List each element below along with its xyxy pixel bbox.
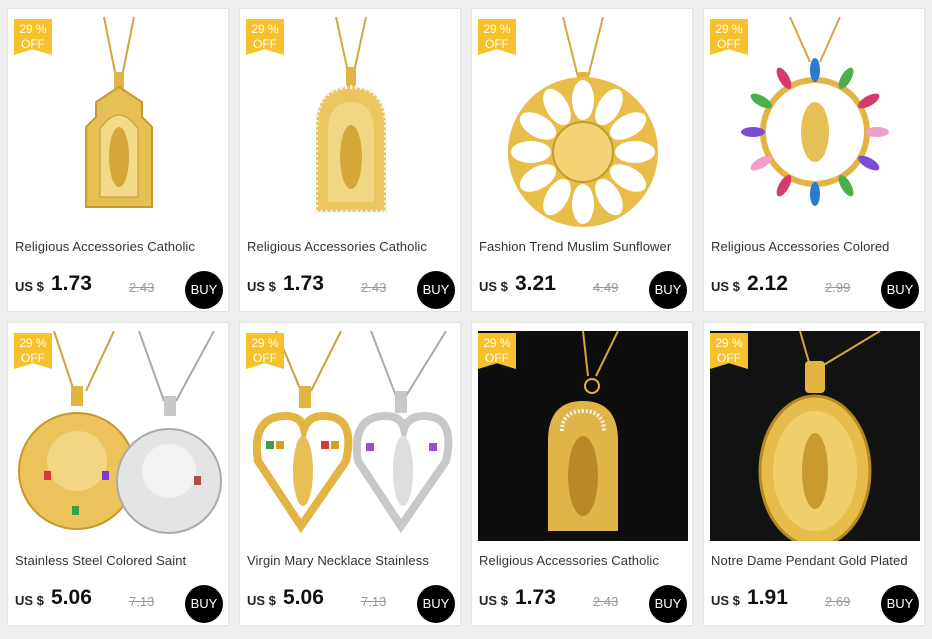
product-card[interactable]: 29 % OFF Religious Accessories Catholic U… xyxy=(7,8,229,312)
buy-button[interactable]: BUY xyxy=(649,585,687,623)
buy-button[interactable]: BUY xyxy=(417,585,455,623)
price-row: US $ 1.73 2.43 BUY xyxy=(479,585,687,625)
original-price: 2.99 xyxy=(825,280,851,295)
price-row: US $ 5.06 7.13 BUY xyxy=(247,585,455,625)
currency-label: US $ xyxy=(247,593,276,608)
original-price: 7.13 xyxy=(129,594,155,609)
price: 1.73 xyxy=(515,586,556,609)
product-card[interactable]: 29 % OFF Religious Accessories Catholic U… xyxy=(239,8,461,312)
buy-button[interactable]: BUY xyxy=(881,271,919,309)
buy-button[interactable]: BUY xyxy=(185,585,223,623)
price: 5.06 xyxy=(51,586,92,609)
buy-button[interactable]: BUY xyxy=(185,271,223,309)
currency-label: US $ xyxy=(479,593,508,608)
price-row: US $ 1.73 2.43 BUY xyxy=(247,271,455,311)
original-price: 2.69 xyxy=(825,594,851,609)
product-title[interactable]: Religious Accessories Catholic xyxy=(15,239,225,254)
original-price: 4.49 xyxy=(593,280,619,295)
price-row: US $ 5.06 7.13 BUY xyxy=(15,585,223,625)
product-title[interactable]: Notre Dame Pendant Gold Plated xyxy=(711,553,921,568)
price: 1.73 xyxy=(283,272,324,295)
price: 2.12 xyxy=(747,272,788,295)
price: 1.73 xyxy=(51,272,92,295)
price-row: US $ 1.73 2.43 BUY xyxy=(15,271,223,311)
product-title[interactable]: Religious Accessories Catholic xyxy=(479,553,689,568)
product-card[interactable]: 29 % OFF Religious Accessories Catholic U… xyxy=(471,322,693,626)
product-title[interactable]: Religious Accessories Catholic xyxy=(247,239,457,254)
price-row: US $ 1.91 2.69 BUY xyxy=(711,585,919,625)
original-price: 2.43 xyxy=(361,280,387,295)
product-title[interactable]: Virgin Mary Necklace Stainless xyxy=(247,553,457,568)
price-row: US $ 2.12 2.99 BUY xyxy=(711,271,919,311)
product-title[interactable]: Fashion Trend Muslim Sunflower xyxy=(479,239,689,254)
currency-label: US $ xyxy=(711,593,740,608)
product-card[interactable]: 29 % OFF Fashion Trend Muslim Sunflower U… xyxy=(471,8,693,312)
original-price: 7.13 xyxy=(361,594,387,609)
product-card[interactable]: 29 % OFF Stainless Steel Colored Saint US… xyxy=(7,322,229,626)
product-card[interactable]: 29 % OFF Virgin Mary Necklace Stainless U… xyxy=(239,322,461,626)
price: 1.91 xyxy=(747,586,788,609)
currency-label: US $ xyxy=(15,279,44,294)
buy-button[interactable]: BUY xyxy=(417,271,455,309)
price: 5.06 xyxy=(283,586,324,609)
original-price: 2.43 xyxy=(593,594,619,609)
original-price: 2.43 xyxy=(129,280,155,295)
product-grid: 29 % OFF Religious Accessories Catholic U… xyxy=(0,0,932,639)
price: 3.21 xyxy=(515,272,556,295)
product-card[interactable]: 29 % OFF Notre Dame Pendant Gold Plated U… xyxy=(703,322,925,626)
buy-button[interactable]: BUY xyxy=(649,271,687,309)
currency-label: US $ xyxy=(479,279,508,294)
product-title[interactable]: Religious Accessories Colored xyxy=(711,239,921,254)
currency-label: US $ xyxy=(15,593,44,608)
currency-label: US $ xyxy=(247,279,276,294)
product-card[interactable]: 29 % OFF Religious Accessories Colored US… xyxy=(703,8,925,312)
price-row: US $ 3.21 4.49 BUY xyxy=(479,271,687,311)
currency-label: US $ xyxy=(711,279,740,294)
product-title[interactable]: Stainless Steel Colored Saint xyxy=(15,553,225,568)
buy-button[interactable]: BUY xyxy=(881,585,919,623)
